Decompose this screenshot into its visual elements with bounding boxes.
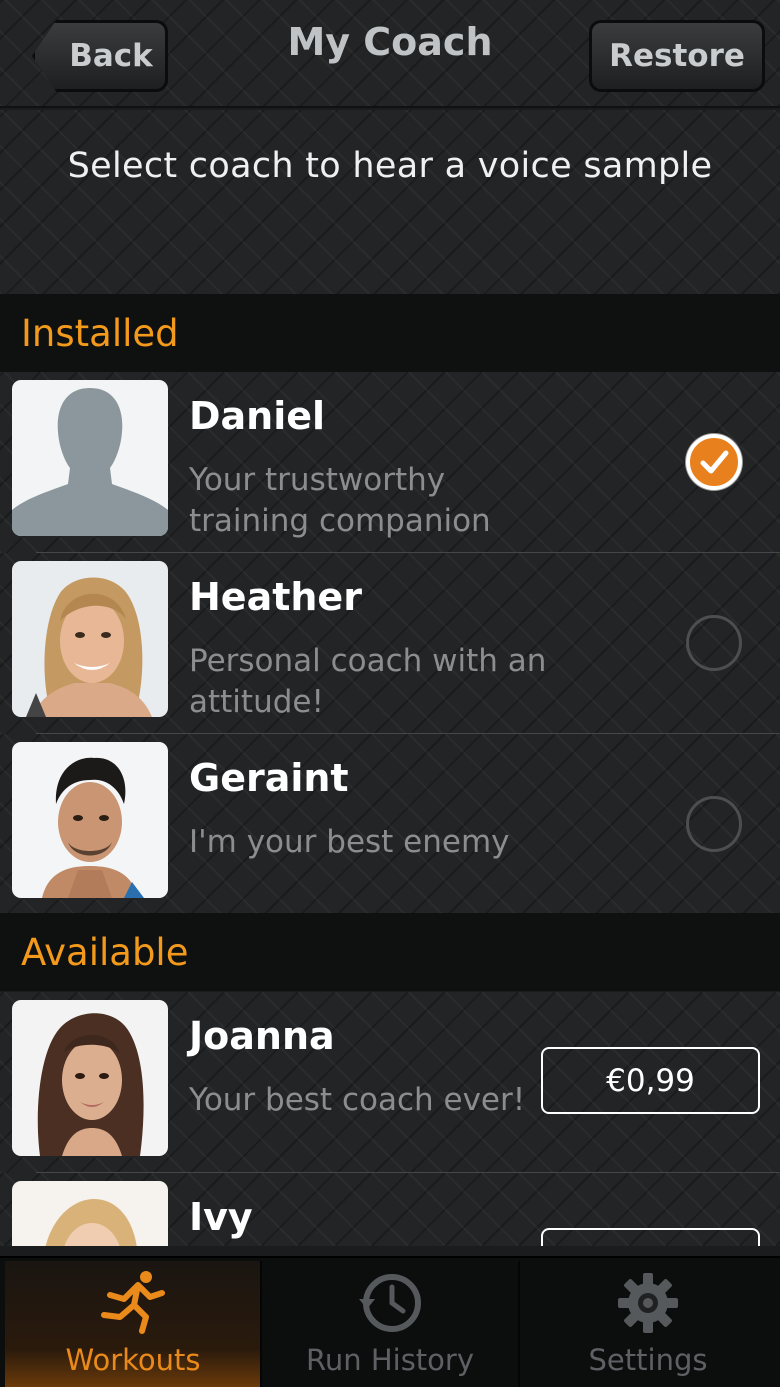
instruction-panel: Select coach to hear a voice sample <box>0 110 780 294</box>
section-title: Installed <box>21 311 179 355</box>
instruction-text: Select coach to hear a voice sample <box>67 146 713 186</box>
coach-row-ivy[interactable]: Ivy <box>0 1173 780 1246</box>
coach-row-daniel[interactable]: Daniel Your trustworthy training compani… <box>0 372 780 553</box>
coach-photo-joanna <box>12 1000 168 1156</box>
coach-list[interactable]: Select coach to hear a voice sample Inst… <box>0 0 780 1246</box>
selected-check-icon[interactable] <box>686 434 742 490</box>
tab-label: Workouts <box>65 1343 201 1377</box>
coach-name: Daniel <box>189 394 326 438</box>
coach-name: Joanna <box>189 1014 335 1058</box>
tab-label: Run History <box>306 1343 474 1377</box>
tab-workouts[interactable]: Workouts <box>5 1261 261 1387</box>
avatar-placeholder <box>12 380 168 536</box>
buy-price-button[interactable] <box>541 1228 760 1246</box>
buy-price-button[interactable]: €0,99 <box>541 1047 760 1114</box>
tab-run-history[interactable]: Run History <box>262 1261 518 1387</box>
coach-photo-geraint <box>12 742 168 898</box>
coach-name: Heather <box>189 575 362 619</box>
unselected-radio-icon[interactable] <box>686 615 742 671</box>
tab-settings[interactable]: Settings <box>520 1261 776 1387</box>
coach-photo-ivy <box>12 1181 168 1246</box>
coach-row-joanna[interactable]: Joanna Your best coach ever! €0,99 <box>0 992 780 1173</box>
coach-photo-heather <box>12 561 168 717</box>
coach-row-geraint[interactable]: Geraint I'm your best enemy <box>0 734 780 915</box>
coach-row-heather[interactable]: Heather Personal coach with an attitude! <box>0 553 780 734</box>
coach-description: Your trustworthy training companion <box>189 462 491 539</box>
coach-description: I'm your best enemy <box>189 824 510 860</box>
section-header-available: Available <box>0 913 780 991</box>
runner-icon <box>101 1271 165 1334</box>
clock-history-icon <box>359 1274 421 1332</box>
unselected-radio-icon[interactable] <box>686 796 742 852</box>
tab-label: Settings <box>588 1343 708 1377</box>
coach-description: Personal coach with an attitude! <box>189 643 547 720</box>
coach-name: Ivy <box>189 1195 253 1239</box>
section-title: Available <box>21 930 189 974</box>
coach-description: Your best coach ever! <box>189 1082 526 1118</box>
coach-name: Geraint <box>189 756 349 800</box>
section-header-installed: Installed <box>0 294 780 372</box>
gear-icon <box>618 1273 678 1333</box>
